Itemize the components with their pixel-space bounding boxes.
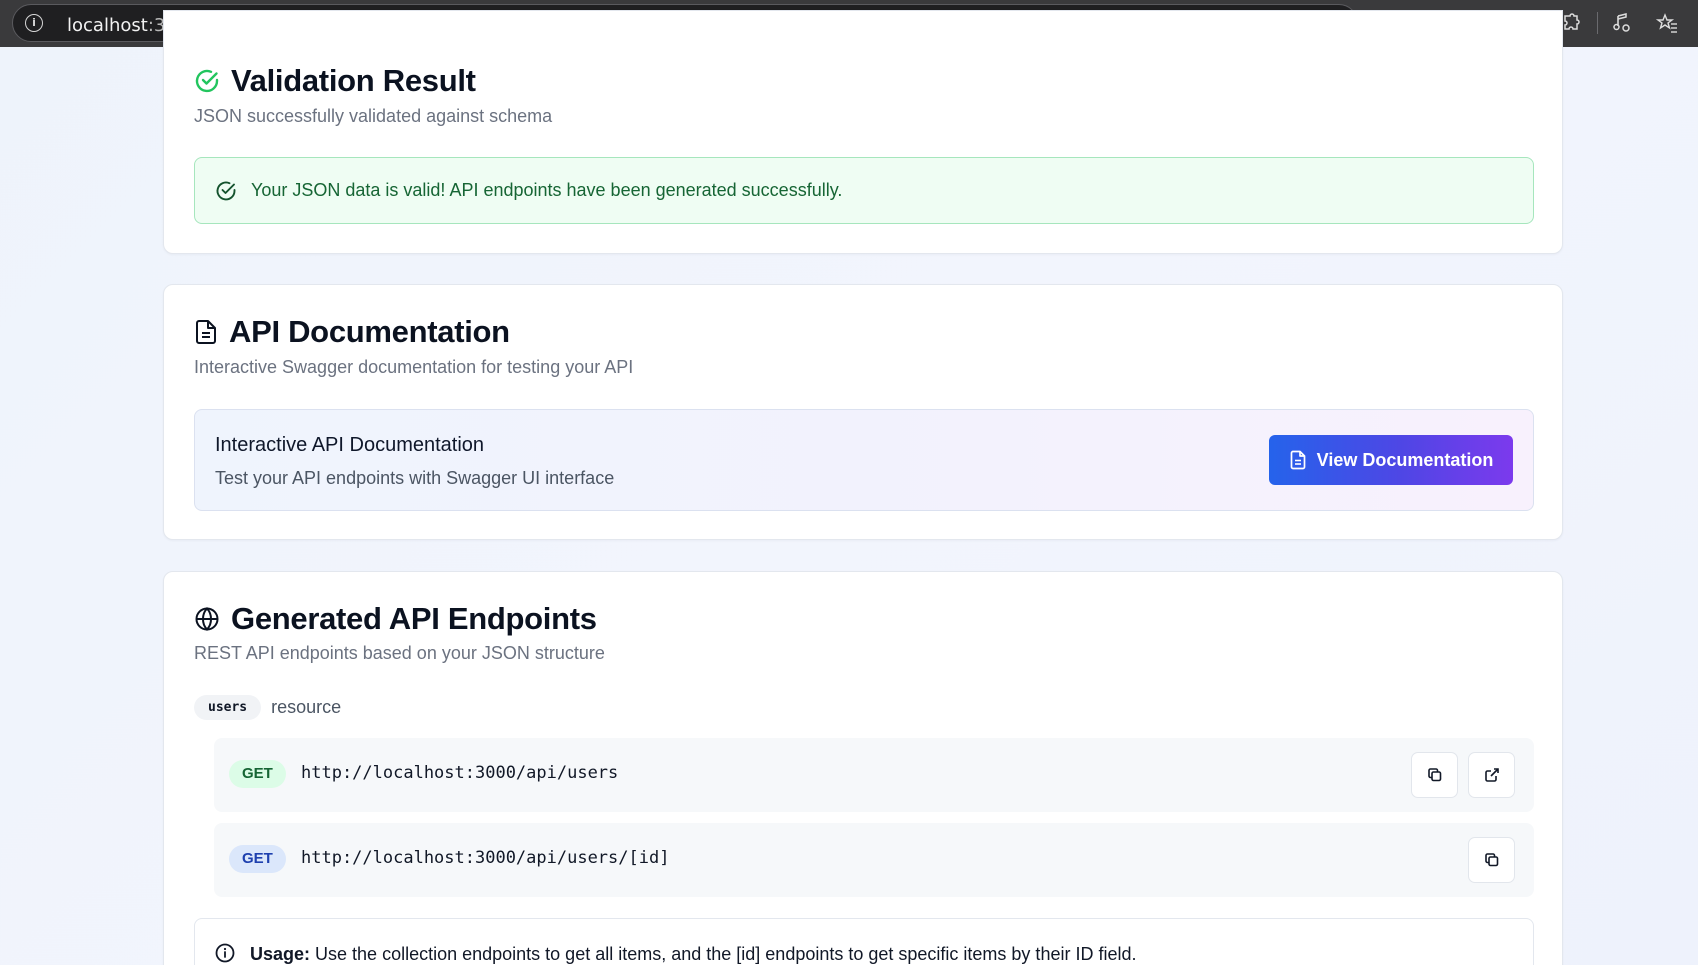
globe-icon [195, 607, 219, 631]
validation-title-row: Validation Result [194, 63, 476, 99]
usage-text: Usage: Use the collection endpoints to g… [250, 944, 1136, 965]
check-circle-icon [216, 181, 236, 200]
docs-box-description: Test your API endpoints with Swagger UI … [215, 468, 615, 488]
validation-subtitle: JSON successfully validated against sche… [194, 106, 553, 126]
resource-header: users resource [194, 695, 341, 720]
endpoint-row: GET http://localhost:3000/api/users [214, 738, 1534, 812]
copy-icon [1484, 853, 1498, 867]
file-text-icon [196, 320, 216, 344]
view-documentation-button[interactable]: View Documentation [1269, 435, 1513, 485]
endpoints-title: Generated API Endpoints [231, 601, 597, 636]
copy-url-button[interactable] [1411, 752, 1458, 798]
validation-message: Your JSON data is valid! API endpoints h… [251, 180, 843, 200]
endpoints-subtitle: REST API endpoints based on your JSON st… [194, 643, 605, 663]
resource-label: resource [271, 697, 342, 717]
open-url-button[interactable] [1468, 752, 1515, 798]
favorites-icon[interactable] [1655, 11, 1679, 35]
docs-box-title: Interactive API Documentation [215, 434, 485, 456]
info-circle-icon [215, 943, 235, 963]
usage-description: Use the collection endpoints to get all … [310, 944, 1137, 964]
usage-label: Usage: [250, 944, 311, 964]
api-docs-card: API Documentation Interactive Swagger do… [163, 284, 1563, 540]
copy-url-button[interactable] [1468, 837, 1515, 883]
usage-note: Usage: Use the collection endpoints to g… [194, 918, 1534, 965]
method-badge-get: GET [229, 760, 286, 788]
validation-card: Validation Result JSON successfully vali… [163, 10, 1563, 254]
validation-success-alert: Your JSON data is valid! API endpoints h… [194, 157, 1534, 224]
copy-icon [1427, 768, 1441, 782]
endpoint-url: http://localhost:3000/api/users/[id] [301, 848, 670, 868]
docs-info-box: Interactive API Documentation Test your … [194, 409, 1534, 511]
check-circle-icon [195, 69, 219, 93]
view-documentation-label: View Documentation [1316, 449, 1494, 470]
toolbar-separator [1597, 12, 1598, 34]
file-text-icon [1290, 450, 1305, 470]
media-controls-icon[interactable] [1610, 11, 1634, 35]
docs-subtitle: Interactive Swagger documentation for te… [194, 357, 634, 377]
docs-title: API Documentation [229, 314, 510, 349]
site-info-icon[interactable]: i [25, 14, 43, 32]
method-badge-get: GET [229, 845, 286, 873]
validation-title: Validation Result [231, 63, 476, 98]
endpoints-card: Generated API Endpoints REST API endpoin… [163, 571, 1563, 965]
url-host: localhost [67, 15, 148, 36]
endpoint-url: http://localhost:3000/api/users [301, 763, 619, 783]
external-link-icon [1484, 768, 1499, 782]
endpoints-title-row: Generated API Endpoints [194, 601, 597, 637]
resource-name-badge: users [194, 695, 262, 720]
endpoint-row: GET http://localhost:3000/api/users/[id] [214, 823, 1534, 897]
docs-title-row: API Documentation [194, 314, 510, 350]
